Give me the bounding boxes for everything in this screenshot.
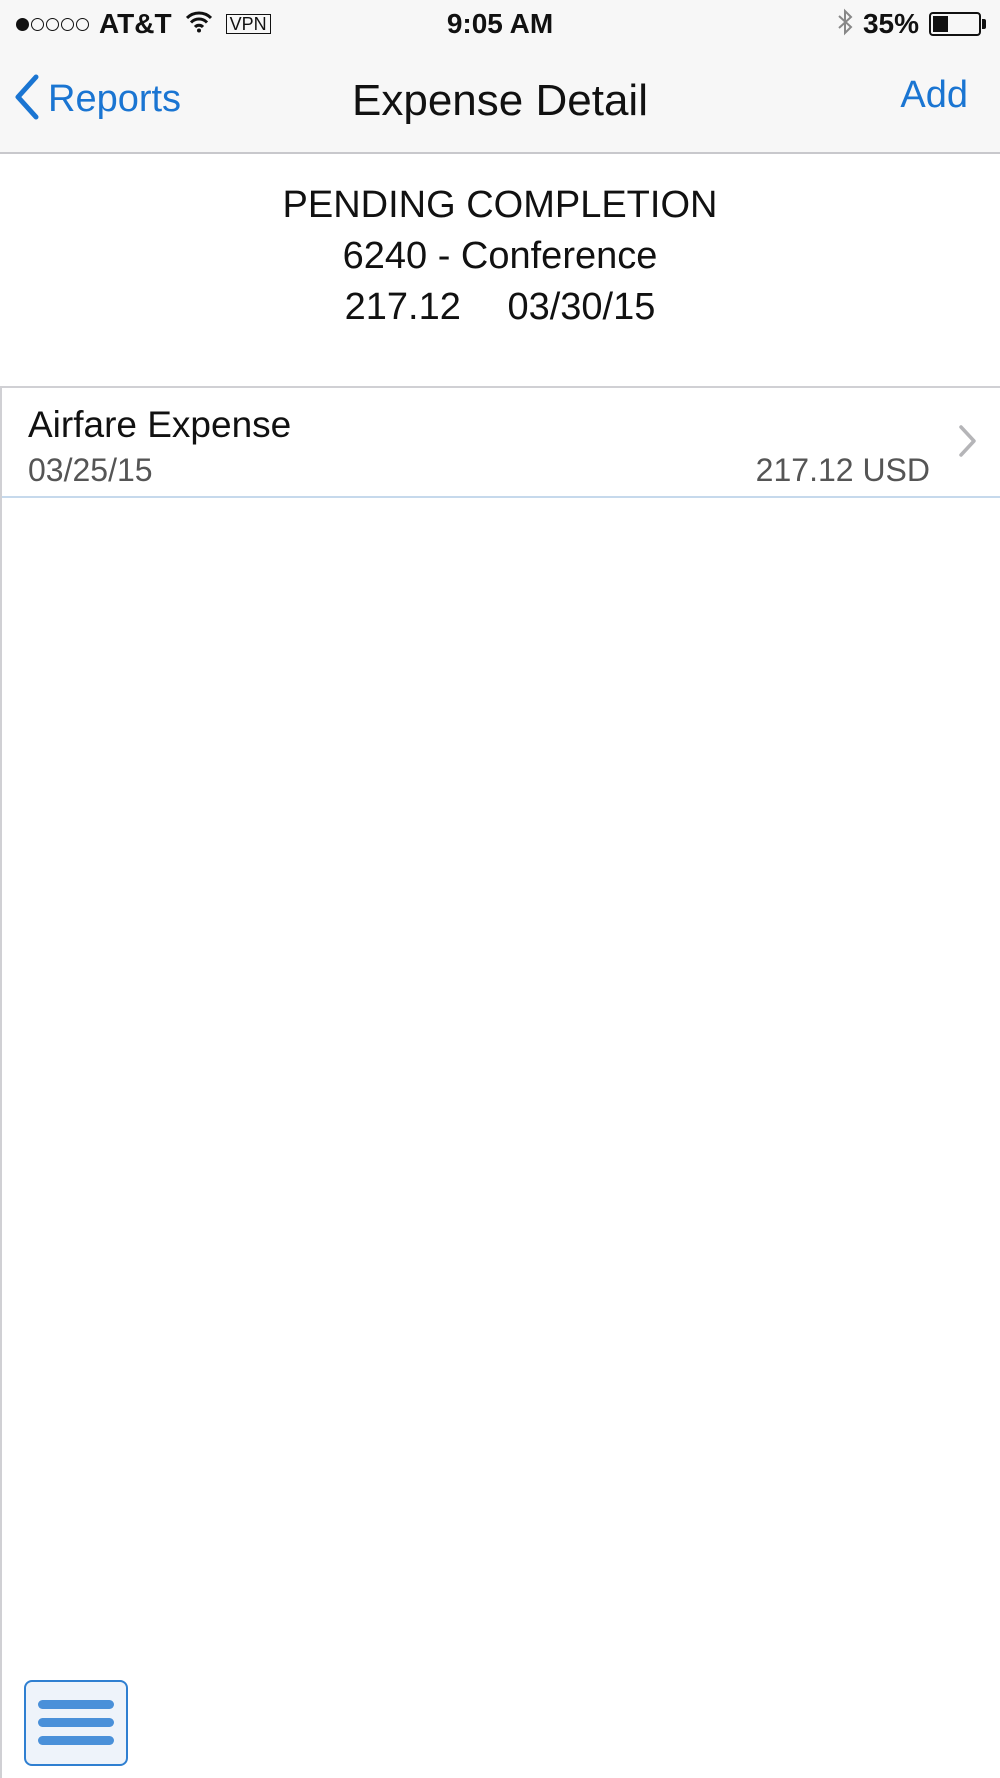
report-status: PENDING COMPLETION: [282, 184, 718, 226]
expense-amount: 217.12 USD: [755, 452, 930, 488]
menu-bar: [38, 1736, 114, 1745]
battery-tip: [982, 19, 986, 29]
chevron-right-icon: [958, 424, 978, 463]
battery-percent: 35%: [862, 8, 919, 39]
expense-title: Airfare Expense: [28, 404, 292, 445]
expense-list-item[interactable]: Airfare Expense 03/25/15 217.12 USD: [2, 388, 1000, 498]
report-date: 03/30/15: [507, 286, 656, 328]
status-right: 35%: [837, 8, 986, 40]
expense-list: Airfare Expense 03/25/15 217.12 USD: [2, 386, 1000, 498]
add-button[interactable]: Add: [900, 74, 968, 117]
list-left-border: [0, 386, 2, 1778]
battery-icon: [929, 12, 981, 36]
page-title: Expense Detail: [352, 76, 648, 125]
menu-bar: [38, 1700, 114, 1709]
status-bar: AT&T VPN 9:05 AM 35%: [0, 0, 1000, 46]
battery-level: [933, 16, 948, 32]
expense-detail-screen: AT&T VPN 9:05 AM 35% Reports Expense Det…: [0, 0, 1000, 1778]
navigation-bar: Reports Expense Detail Add: [0, 46, 1000, 154]
menu-bar: [38, 1718, 114, 1727]
report-name: 6240 - Conference: [342, 235, 658, 277]
report-amount: 217.12: [344, 286, 461, 328]
bluetooth-icon: [837, 8, 853, 41]
expense-date: 03/25/15: [28, 452, 153, 488]
report-summary: PENDING COMPLETION 6240 - Conference 217…: [0, 180, 1000, 333]
menu-button[interactable]: [24, 1680, 128, 1766]
report-amount-date: 217.12 03/30/15: [0, 282, 1000, 333]
